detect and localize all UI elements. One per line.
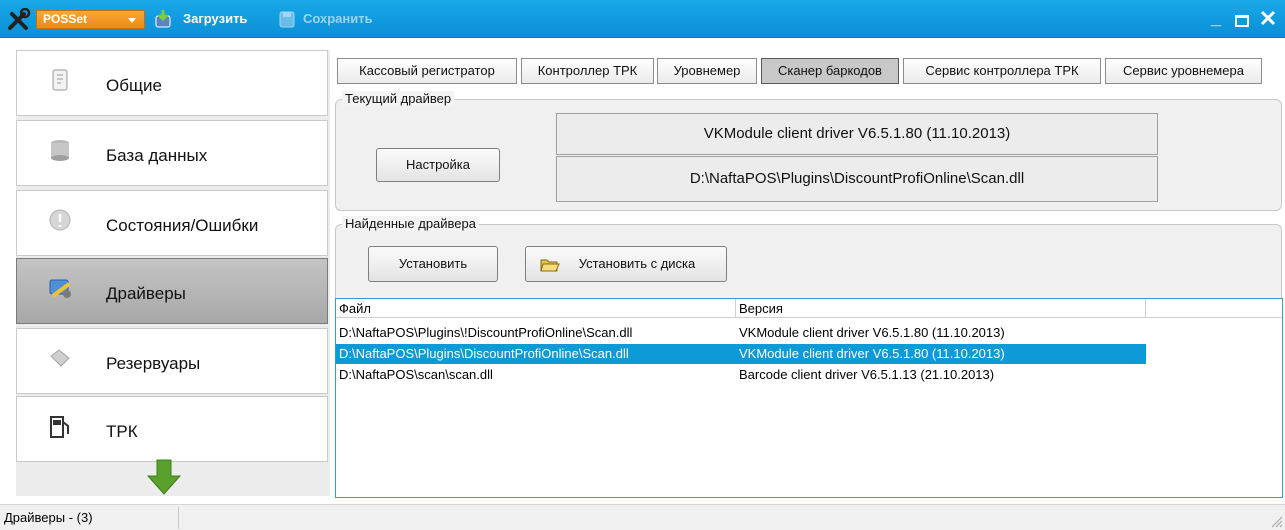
database-icon [51,140,69,161]
error-state-icon [49,209,71,231]
close-icon[interactable] [1259,9,1277,27]
maximize-button[interactable] [1235,15,1249,27]
sidebar-item-label: Состояния/Ошибки [106,216,259,235]
drivers-list[interactable]: Файл Версия D:\NaftaPOS\Plugins\!Discoun… [335,298,1283,498]
install-from-disk-label: Установить с диска [578,256,696,271]
save-button[interactable]: Сохранить [303,11,373,26]
resize-grip-icon[interactable] [1269,514,1283,528]
install-button[interactable]: Установить [368,246,498,282]
sidebar-item-label: ТРК [106,422,138,441]
version-cell: VKModule client driver V6.5.1.80 (11.10.… [739,346,1005,361]
drivers-icon [49,279,71,298]
tab-barcode-scanner[interactable]: Сканер баркодов [761,58,899,84]
minimize-button[interactable]: _ [1211,8,1221,29]
driver-name-field: VKModule client driver V6.5.1.80 (11.10.… [556,113,1158,155]
sidebar-item-drivers[interactable]: Драйверы [16,258,328,324]
list-header: Файл Версия [336,299,1282,318]
file-cell: D:\NaftaPOS\Plugins\!DiscountProfiOnline… [339,325,633,340]
tools-icon[interactable] [6,8,32,32]
load-button[interactable]: Загрузить [183,11,247,26]
version-cell: Barcode client driver V6.5.1.13 (21.10.2… [739,367,995,382]
tab-level-gauge[interactable]: Уровнемер [657,58,757,84]
posset-menu-label: POSSet [43,12,88,26]
sidebar-item-states-errors[interactable]: Состояния/Ошибки [16,190,328,256]
settings-button[interactable]: Настройка [376,148,500,182]
title-bar: POSSet Загрузить Сохранить _ [0,0,1285,38]
install-from-disk-button[interactable]: Установить с диска [525,246,727,282]
sidebar-item-database[interactable]: База данных [16,120,328,186]
status-bar: Драйверы - (3) [0,504,1285,530]
sidebar-item-label: Общие [106,76,162,95]
posset-menu-button[interactable]: POSSet [36,10,145,29]
table-row[interactable]: D:\NaftaPOS\Plugins\DiscountProfiOnline\… [336,344,1146,364]
tab-cash-register[interactable]: Кассовый регистратор [337,58,517,84]
folder-open-icon [540,259,560,272]
tab-pump-controller-service[interactable]: Сервис контроллера ТРК [903,58,1101,84]
fuel-pump-icon [50,416,69,438]
tab-pump-controller[interactable]: Контроллер ТРК [521,58,654,84]
column-header-file[interactable]: Файл [336,299,736,318]
found-drivers-title: Найденные драйвера [342,216,479,231]
sidebar-item-fuel-dispenser[interactable]: ТРК [16,396,328,462]
table-row[interactable]: D:\NaftaPOS\Plugins\!DiscountProfiOnline… [336,323,1146,343]
sidebar: Общие База данных Состояния/Ошибки Драйв… [16,50,330,496]
sidebar-item-label: Драйверы [106,284,186,303]
column-header-version[interactable]: Версия [736,299,1146,318]
tank-icon [50,349,70,367]
chevron-down-icon [128,18,136,23]
status-divider [178,507,179,529]
driver-path-field: D:\NaftaPOS\Plugins\DiscountProfiOnline\… [556,156,1158,202]
tab-level-gauge-service[interactable]: Сервис уровнемера [1105,58,1262,84]
current-driver-title: Текущий драйвер [342,91,455,106]
sidebar-item-general[interactable]: Общие [16,50,328,116]
arrow-down-icon[interactable] [144,458,184,496]
document-icon [52,69,68,91]
sidebar-item-label: Резервуары [106,354,201,373]
table-row[interactable]: D:\NaftaPOS\scan\scan.dll Barcode client… [336,365,1146,385]
save-icon [279,11,295,28]
load-icon[interactable] [153,9,173,29]
version-cell: VKModule client driver V6.5.1.80 (11.10.… [739,325,1005,340]
sidebar-item-tanks[interactable]: Резервуары [16,328,328,394]
sidebar-item-label: База данных [106,146,208,165]
file-cell: D:\NaftaPOS\scan\scan.dll [339,367,493,382]
status-text: Драйверы - (3) [4,510,93,525]
file-cell: D:\NaftaPOS\Plugins\DiscountProfiOnline\… [339,346,629,361]
